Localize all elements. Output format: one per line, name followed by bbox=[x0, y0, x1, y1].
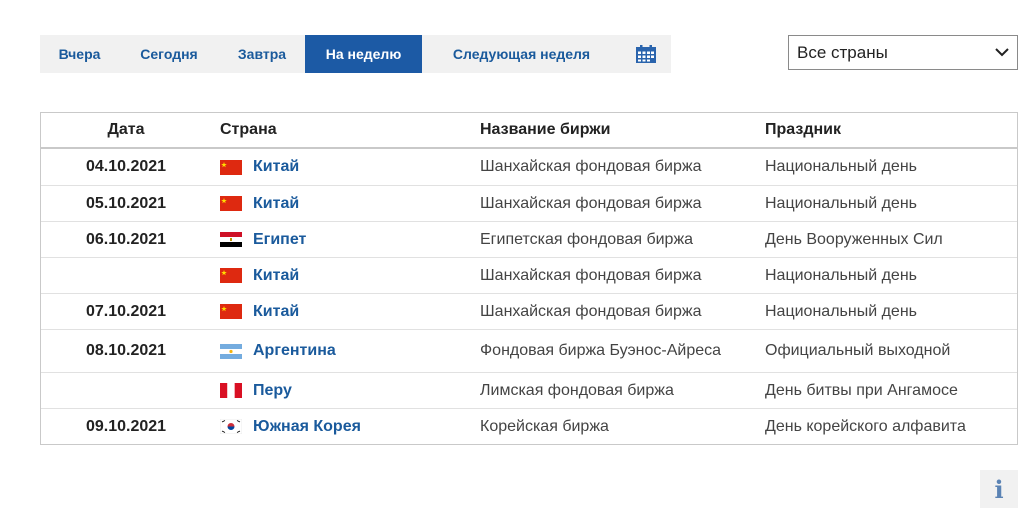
country-filter-select[interactable]: Все страны bbox=[788, 35, 1018, 70]
info-icon: i bbox=[994, 474, 1004, 504]
row-country: Китай bbox=[211, 195, 471, 213]
table-header: Дата Страна Название биржи Праздник bbox=[41, 113, 1017, 149]
row-holiday: Официальный выходной bbox=[765, 342, 951, 359]
china-flag-icon bbox=[220, 268, 242, 283]
country-link[interactable]: Китай bbox=[253, 303, 299, 321]
tab-next-week[interactable]: Следующая неделя bbox=[422, 35, 621, 73]
table-row: Перу Лимская фондовая биржа День битвы п… bbox=[41, 372, 1017, 408]
row-exchange: Лимская фондовая биржа bbox=[480, 381, 674, 399]
row-date: 07.10.2021 bbox=[85, 302, 167, 320]
row-date: 05.10.2021 bbox=[85, 194, 167, 212]
row-exchange: Шанхайская фондовая биржа bbox=[480, 194, 702, 212]
tab-calendar[interactable] bbox=[621, 35, 671, 73]
table-row: 05.10.2021 Китай Шанхайская фондовая бир… bbox=[41, 185, 1017, 221]
row-holiday: Национальный день bbox=[765, 194, 917, 212]
country-link[interactable]: Южная Корея bbox=[253, 418, 361, 436]
row-country: Перу bbox=[211, 382, 471, 400]
table-row: 07.10.2021 Китай Шанхайская фондовая бир… bbox=[41, 293, 1017, 329]
row-holiday: Национальный день bbox=[765, 158, 917, 175]
tab-yesterday[interactable]: Вчера bbox=[40, 35, 119, 73]
argentina-flag-icon bbox=[220, 343, 242, 359]
row-date: 04.10.2021 bbox=[85, 158, 167, 175]
egypt-flag-icon bbox=[220, 232, 242, 247]
table-body: 04.10.2021 Китай Шанхайская фондовая бир… bbox=[41, 149, 1017, 444]
peru-flag-icon bbox=[220, 383, 242, 398]
country-link[interactable]: Китай bbox=[253, 158, 299, 176]
table-row: Китай Шанхайская фондовая биржа Национал… bbox=[41, 257, 1017, 293]
country-link[interactable]: Аргентина bbox=[253, 342, 336, 360]
header-holiday: Праздник bbox=[765, 121, 841, 138]
china-flag-icon bbox=[220, 159, 242, 175]
chevron-down-icon bbox=[995, 48, 1009, 57]
south-korea-flag-icon bbox=[220, 419, 242, 434]
country-link[interactable]: Перу bbox=[253, 382, 292, 400]
row-country: Китай bbox=[211, 158, 471, 176]
row-country: Аргентина bbox=[211, 342, 471, 360]
date-range-tabs: Вчера Сегодня Завтра На неделю Следующая… bbox=[40, 35, 671, 73]
china-flag-icon bbox=[220, 304, 242, 319]
row-holiday: Национальный день bbox=[765, 302, 917, 320]
country-link[interactable]: Китай bbox=[253, 267, 299, 285]
row-holiday: День корейского алфавита bbox=[765, 417, 966, 435]
row-exchange: Египетская фондовая биржа bbox=[480, 230, 694, 248]
header-country: Страна bbox=[220, 121, 277, 138]
table-row: 04.10.2021 Китай Шанхайская фондовая бир… bbox=[41, 149, 1017, 185]
header-date: Дата bbox=[107, 121, 145, 138]
holidays-table: Дата Страна Название биржи Праздник 04.1… bbox=[40, 112, 1018, 445]
country-link[interactable]: Китай bbox=[253, 195, 299, 213]
table-row: 09.10.2021 Южная Корея Корейская биржа Д… bbox=[41, 408, 1017, 444]
row-exchange: Фондовая биржа Буэнос-Айреса bbox=[480, 342, 722, 359]
header-exchange: Название биржи bbox=[480, 121, 611, 138]
row-country: Южная Корея bbox=[211, 418, 471, 436]
row-holiday: Национальный день bbox=[765, 266, 917, 284]
row-holiday: День битвы при Ангамосе bbox=[765, 381, 958, 399]
tab-tomorrow[interactable]: Завтра bbox=[219, 35, 305, 73]
row-date: 06.10.2021 bbox=[85, 230, 167, 248]
row-date: 09.10.2021 bbox=[85, 417, 167, 435]
row-country: Египет bbox=[211, 231, 471, 249]
table-row: 08.10.2021 Аргентина Фондовая биржа Буэн… bbox=[41, 329, 1017, 372]
info-button[interactable]: i bbox=[980, 470, 1018, 508]
row-country: Китай bbox=[211, 303, 471, 321]
country-filter-value: Все страны bbox=[797, 42, 888, 62]
row-date: 08.10.2021 bbox=[85, 342, 167, 359]
china-flag-icon bbox=[220, 196, 242, 211]
row-exchange: Корейская биржа bbox=[480, 417, 609, 435]
row-exchange: Шанхайская фондовая биржа bbox=[480, 302, 702, 320]
row-country: Китай bbox=[211, 267, 471, 285]
row-exchange: Шанхайская фондовая биржа bbox=[480, 158, 702, 175]
table-row: 06.10.2021 Египет Египетская фондовая би… bbox=[41, 221, 1017, 257]
country-link[interactable]: Египет bbox=[253, 231, 306, 249]
row-holiday: День Вооруженных Сил bbox=[765, 230, 943, 248]
tab-this-week[interactable]: На неделю bbox=[305, 35, 422, 73]
row-exchange: Шанхайская фондовая биржа bbox=[480, 266, 702, 284]
calendar-icon bbox=[636, 45, 656, 63]
tab-today[interactable]: Сегодня bbox=[119, 35, 219, 73]
